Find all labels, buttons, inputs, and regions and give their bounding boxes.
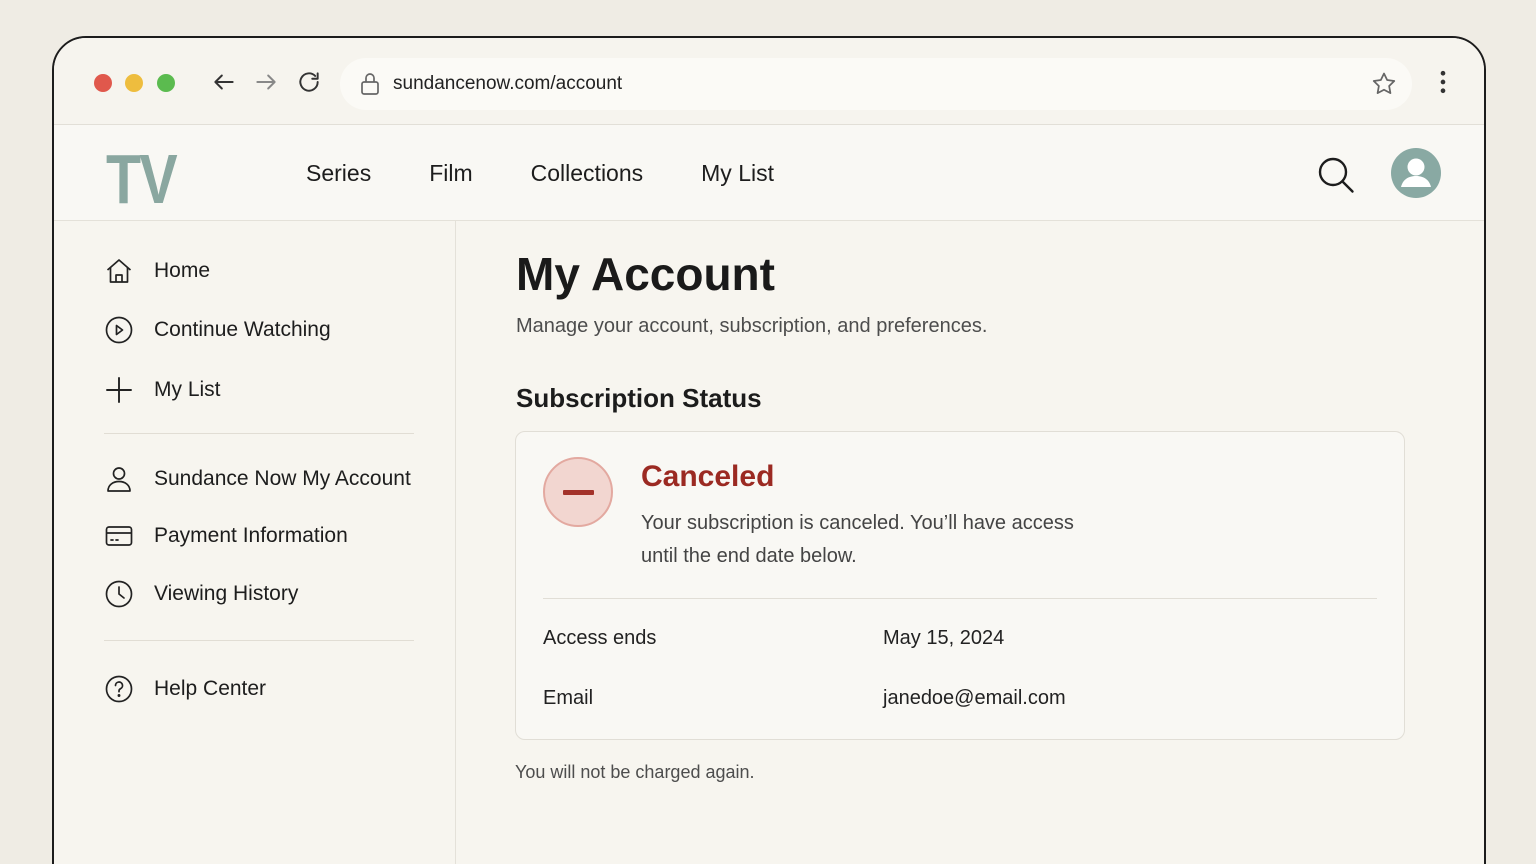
reload-icon [299,72,319,92]
sidebar-item-my-list[interactable]: My List [104,373,221,407]
page-subtitle: Manage your account, subscription, and p… [516,315,988,337]
maximize-window-button[interactable] [157,74,175,92]
credit-card-icon [104,521,134,551]
minimize-window-button[interactable] [125,74,143,92]
sidebar-item-payment[interactable]: Payment Information [104,519,348,553]
nav-my-list[interactable]: My List [701,160,774,187]
email-label: Email [543,687,594,709]
sidebar-divider [104,433,414,434]
sidebar: Home Continue Watching My List Sundance … [54,221,456,864]
sidebar-item-continue-watching[interactable]: Continue Watching [104,313,331,347]
sidebar-divider [104,640,414,641]
access-ends-label: Access ends [543,627,657,649]
main-content: My Account Manage your account, subscrip… [456,221,1484,864]
browser-toolbar: sundancenow.com/account [54,38,1484,125]
subscription-status-card: Canceled Your subscription is canceled. … [515,431,1405,740]
search-icon[interactable] [1316,155,1356,195]
sidebar-item-label: Continue Watching [154,318,331,341]
billing-footnote: You will not be charged again. [515,762,755,782]
site-logo[interactable]: TV [106,139,178,219]
plus-icon [104,375,134,405]
arrow-left-icon [214,74,234,90]
sidebar-item-account[interactable]: Sundance Now My Account [104,462,411,496]
status-description: Your subscription is canceled. You’ll ha… [641,512,1074,567]
sidebar-item-label: Viewing History [154,582,299,605]
forward-button[interactable] [252,68,280,96]
nav-film[interactable]: Film [429,160,472,187]
url-text[interactable]: sundancenow.com/account [393,73,622,95]
arrow-right-icon [256,74,276,90]
close-window-button[interactable] [94,74,112,92]
sidebar-item-label: Home [154,259,211,282]
browser-window: sundancenow.com/account TV Series Film C… [52,36,1486,864]
reload-button[interactable] [295,68,323,96]
back-button[interactable] [210,68,238,96]
minus-icon [563,490,594,495]
bookmark-star-icon[interactable] [1370,70,1398,98]
sidebar-item-home[interactable]: Home [104,254,210,288]
profile-avatar[interactable] [1391,148,1441,198]
sidebar-item-label: My List [154,378,221,401]
section-title: Subscription Status [516,383,762,413]
help-circle-icon [104,674,134,704]
address-bar[interactable]: sundancenow.com/account [340,58,1412,110]
top-navigation: Series Film Collections My List [306,160,832,187]
user-avatar-icon [1401,158,1431,187]
nav-collections[interactable]: Collections [531,160,644,187]
sidebar-item-label: Help Center [154,677,267,700]
access-ends-value: May 15, 2024 [883,627,1005,649]
play-circle-icon [104,315,134,345]
card-divider [543,598,1377,599]
sidebar-item-help-center[interactable]: Help Center [104,672,266,706]
more-menu-icon[interactable] [1429,68,1457,96]
nav-series[interactable]: Series [306,160,371,187]
user-icon [104,464,134,494]
site-header: TV Series Film Collections My List [54,125,1484,221]
lock-icon [361,73,379,95]
canceled-status-icon [543,457,613,527]
page-title: My Account [516,248,775,300]
email-value: janedoe@email.com [883,687,1066,709]
clock-icon [104,579,134,609]
sidebar-item-viewing-history[interactable]: Viewing History [104,577,298,611]
sidebar-item-label: Payment Information [154,524,348,547]
sidebar-item-label: Sundance Now My Account [154,467,411,490]
home-icon [104,256,134,286]
status-title: Canceled [641,460,775,493]
